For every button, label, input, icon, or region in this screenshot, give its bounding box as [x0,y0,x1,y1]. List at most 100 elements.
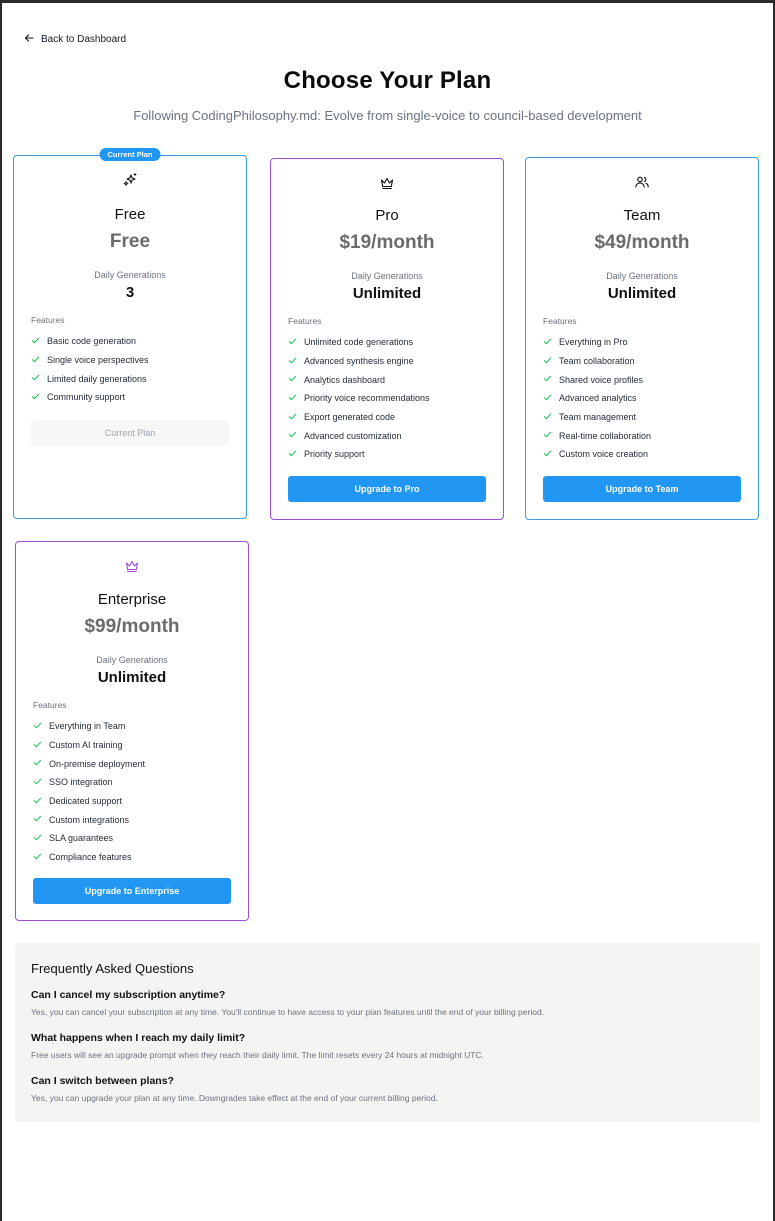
feature-label: SLA guarantees [49,833,114,844]
check-icon [543,449,552,460]
crown-icon [124,558,140,579]
feature-item: Everything in Pro [543,333,746,352]
feature-label: Priority support [304,449,365,460]
faq-title: Frequently Asked Questions [31,961,194,976]
feature-label: Priority voice recommendations [304,393,430,404]
feature-label: Shared voice profiles [559,374,644,385]
check-icon [33,814,42,825]
page-subtitle: Following CodingPhilosophy.md: Evolve fr… [133,108,642,123]
back-link-label: Back to Dashboard [41,34,127,45]
feature-item: Limited daily generations [31,369,234,388]
feature-item: Everything in Team [33,717,236,736]
feature-label: Custom integrations [49,814,130,825]
feature-item: Advanced customization [288,426,491,445]
faq-item: Can I cancel my subscription anytime? Ye… [31,989,744,1017]
plan-name: Team [623,207,661,224]
check-icon [33,777,42,788]
check-icon [288,393,297,404]
daily-generations-value: Unlimited [352,285,422,302]
feature-label: Single voice perspectives [47,355,149,366]
feature-label: Export generated code [304,412,396,423]
check-icon [33,721,42,732]
daily-generations-value: Unlimited [97,669,167,686]
features-label: Features [288,316,322,326]
feature-item: Custom AI training [33,736,236,755]
feature-item: Priority support [288,445,491,464]
feature-label: Advanced customization [304,430,402,441]
feature-label: SSO integration [49,777,113,788]
feature-item: SSO integration [33,773,236,792]
plan-card-team: Team $49/month Daily Generations Unlimit… [525,157,759,520]
feature-item: Basic code generation [31,332,234,351]
plan-name: Free [114,206,146,223]
feature-item: Real-time collaboration [543,426,746,445]
users-icon [634,174,650,195]
current-plan-badge: Current Plan [99,148,161,161]
feature-label: Advanced analytics [559,393,637,404]
feature-item: Advanced analytics [543,389,746,408]
faq-answer: Yes, you can upgrade your plan at any ti… [31,1093,438,1103]
faq-item: Can I switch between plans? Yes, you can… [31,1075,744,1103]
feature-item: Advanced synthesis engine [288,352,491,371]
features-label: Features [543,316,577,326]
feature-item: Shared voice profiles [543,370,746,389]
check-icon [288,337,297,348]
check-icon [288,430,297,441]
feature-list: Unlimited code generations Advanced synth… [288,333,491,464]
check-icon [31,373,40,384]
feature-label: Limited daily generations [47,373,147,384]
sparkles-icon [122,172,138,193]
feature-item: Unlimited code generations [288,333,491,352]
plan-card-enterprise: Enterprise $99/month Daily Generations U… [15,541,249,921]
upgrade-to-team-button[interactable]: Upgrade to Team [543,476,741,502]
feature-label: Custom voice creation [559,449,649,460]
check-icon [543,337,552,348]
plan-price: $99/month [84,616,180,637]
check-icon [31,336,40,347]
check-icon [33,740,42,751]
feature-item: Team collaboration [543,352,746,371]
upgrade-to-pro-button[interactable]: Upgrade to Pro [288,476,486,502]
feature-label: Everything in Team [49,721,126,732]
feature-label: Team collaboration [559,356,635,367]
faq-answer: Yes, you can cancel your subscription at… [31,1007,545,1017]
daily-generations-label: Daily Generations [96,655,168,665]
daily-generations-label: Daily Generations [606,271,678,281]
feature-label: Dedicated support [49,796,123,807]
feature-label: Compliance features [49,852,132,863]
check-icon [33,833,42,844]
back-to-dashboard-link[interactable]: Back to Dashboard [24,33,126,46]
faq-section: Frequently Asked Questions Can I cancel … [15,943,760,1122]
feature-item: Analytics dashboard [288,370,491,389]
check-icon [33,796,42,807]
features-label: Features [33,700,67,710]
check-icon [33,852,42,863]
daily-generations-label: Daily Generations [351,271,423,281]
faq-item: What happens when I reach my daily limit… [31,1032,744,1060]
daily-generations-value: 3 [125,284,135,301]
daily-generations-value: Unlimited [607,285,677,302]
feature-list: Everything in Pro Team collaboration Share… [543,333,746,464]
plan-card-free: Current Plan Free Free Daily Generations… [13,148,247,519]
feature-list: Everything in Team Custom AI training On-p… [33,717,236,867]
faq-question: Can I switch between plans? [31,1075,174,1087]
page-title: Choose Your Plan [283,67,492,94]
check-icon [288,356,297,367]
current-plan-button: Current Plan [31,420,229,446]
feature-item: Custom integrations [33,810,236,829]
feature-label: Advanced synthesis engine [304,356,414,367]
feature-item: On-premise deployment [33,754,236,773]
upgrade-to-enterprise-button[interactable]: Upgrade to Enterprise [33,878,231,904]
faq-answer: Free users will see an upgrade prompt wh… [31,1050,484,1060]
faq-question: What happens when I reach my daily limit… [31,1032,246,1044]
feature-item: Priority voice recommendations [288,389,491,408]
check-icon [288,412,297,423]
check-icon [33,758,42,769]
feature-label: Everything in Pro [559,337,628,348]
faq-question: Can I cancel my subscription anytime? [31,989,226,1001]
check-icon [31,392,40,403]
feature-label: Analytics dashboard [304,374,386,385]
feature-label: On-premise deployment [49,758,146,769]
feature-label: Real-time collaboration [559,430,652,441]
check-icon [543,356,552,367]
